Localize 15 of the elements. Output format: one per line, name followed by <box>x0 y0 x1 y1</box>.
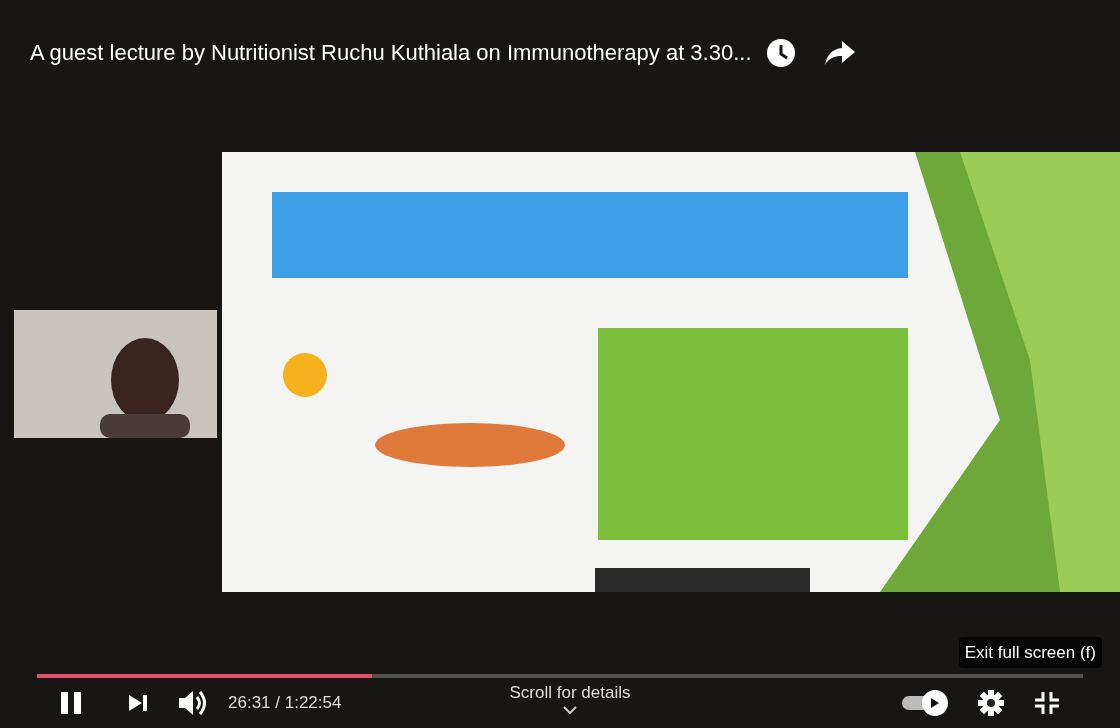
exit-fullscreen-icon[interactable] <box>1034 691 1060 715</box>
pause-icon[interactable] <box>60 691 82 715</box>
volume-icon[interactable] <box>178 690 208 716</box>
clock-icon[interactable] <box>765 37 796 68</box>
autoplay-toggle[interactable] <box>902 690 948 716</box>
settings-icon[interactable] <box>978 690 1004 716</box>
video-title[interactable]: A guest lecture by Nutritionist Ruchu Kuthiala on Immunotherapy at 3.30... <box>30 36 752 69</box>
next-icon[interactable] <box>128 694 148 712</box>
play-icon <box>930 697 940 709</box>
progress-track[interactable] <box>37 674 1083 678</box>
share-icon[interactable] <box>823 39 856 66</box>
scroll-hint[interactable]: Scroll for details <box>509 680 631 706</box>
tooltip: Exit full screen (f) <box>958 636 1102 668</box>
chevron-down-icon[interactable] <box>563 705 577 714</box>
time-display: 26:31 / 1:22:54 <box>228 692 342 715</box>
